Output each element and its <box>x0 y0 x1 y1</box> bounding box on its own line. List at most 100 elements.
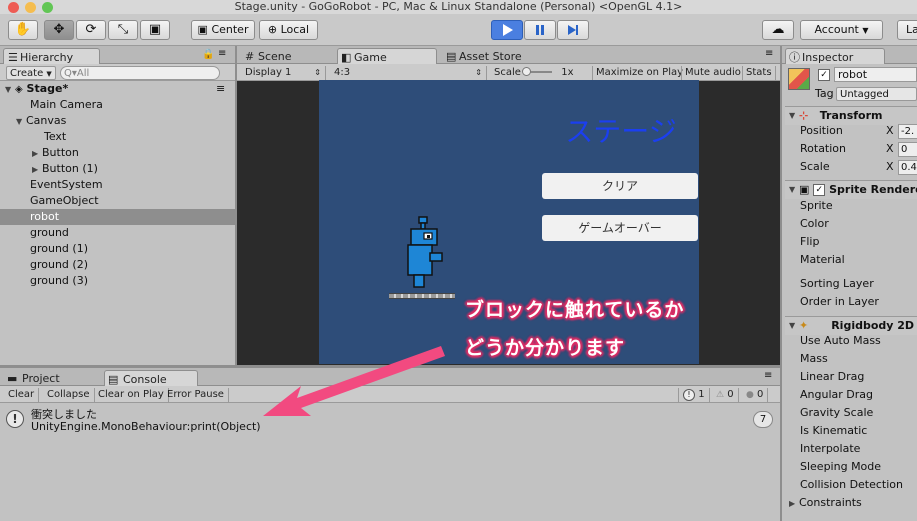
collision-detection-field[interactable]: Collision Detection <box>785 476 917 494</box>
hierarchy-item[interactable]: ground (2) <box>0 257 263 273</box>
hierarchy-item[interactable]: ground <box>0 225 263 241</box>
hierarchy-item[interactable]: ▶ Button (1) <box>0 161 265 177</box>
pivot-center-toggle[interactable]: ▣ Center <box>191 20 255 40</box>
cloud-button[interactable]: ☁ <box>762 20 794 40</box>
tab-project[interactable]: ▬ Project <box>4 370 104 387</box>
warning-filter-toggle[interactable]: ⚠ 0 <box>712 388 739 402</box>
object-name-field[interactable]: robot <box>834 67 917 82</box>
panel-menu-icon[interactable]: ≡ <box>764 370 772 381</box>
material-field[interactable]: Material <box>785 251 917 269</box>
tag-dropdown[interactable]: Untagged <box>836 87 917 101</box>
use-auto-mass-field[interactable]: Use Auto Mass <box>785 332 917 350</box>
mute-audio-toggle[interactable]: Mute audio <box>681 66 744 80</box>
scene-tab-label: Scene <box>258 50 292 63</box>
angular-drag-field[interactable]: Angular Drag <box>785 386 917 404</box>
scale-thumb[interactable] <box>522 67 532 76</box>
rotate-tool-button[interactable]: ⟳ <box>76 20 106 40</box>
stats-toggle[interactable]: Stats <box>742 66 775 80</box>
color-field[interactable]: Color <box>785 215 917 233</box>
step-button[interactable] <box>557 20 589 40</box>
zoom-window-button[interactable] <box>42 2 53 13</box>
hierarchy-item[interactable]: ground (1) <box>0 241 263 257</box>
panel-menu-icon[interactable]: ≡ <box>218 48 226 59</box>
active-checkbox[interactable]: ✓ <box>818 68 830 81</box>
panel-menu-icon[interactable]: ≡ <box>765 48 773 59</box>
hierarchy-item[interactable]: GameObject <box>0 193 263 209</box>
rect-tool-button[interactable]: ▣ <box>140 20 170 40</box>
mass-field[interactable]: Mass <box>785 350 917 368</box>
error-count: 0 <box>757 389 764 400</box>
is-kinematic-field[interactable]: Is Kinematic <box>785 422 917 440</box>
tab-asset-store[interactable]: ▤ Asset Store <box>443 48 553 65</box>
pivot-local-toggle[interactable]: ⊕ Local <box>259 20 318 40</box>
flip-field[interactable]: Flip <box>785 233 917 251</box>
gravity-scale-field[interactable]: Gravity Scale <box>785 404 917 422</box>
display-dropdown[interactable]: Display 1 ⇕ <box>242 66 326 80</box>
ground-sprite[interactable] <box>389 293 455 299</box>
lock-icon[interactable]: 🔒 <box>202 49 214 60</box>
tab-hierarchy[interactable]: ☰ Hierarchy <box>3 48 100 65</box>
scale-label: Scale <box>494 67 521 78</box>
sorting-layer-field[interactable]: Sorting Layer <box>785 275 917 293</box>
expand-triangle-icon[interactable]: ▼ <box>16 114 26 130</box>
maximize-on-play-toggle[interactable]: Maximize on Play <box>592 66 686 80</box>
hierarchy-item-label: Button (1) <box>42 162 98 175</box>
create-dropdown[interactable]: Create ▼ <box>6 66 56 80</box>
rotation-x-field[interactable]: 0 <box>898 142 917 157</box>
tab-inspector[interactable]: ⓘ Inspector <box>785 48 885 65</box>
hierarchy-item[interactable]: ground (3) <box>0 273 263 289</box>
interpolate-field[interactable]: Interpolate <box>785 440 917 458</box>
scene-root-row[interactable]: ▼ ◈ Stage* ≡ <box>0 81 233 97</box>
console-error-pause-button[interactable]: Error Pause <box>163 388 229 402</box>
tab-game[interactable]: ◧ Game <box>337 48 437 65</box>
position-x-field[interactable]: -2. <box>898 124 917 139</box>
hierarchy-list: ▼ ◈ Stage* ≡ Main Camera ▼ Canvas Text ▶ Bu… <box>0 81 263 365</box>
tab-scene[interactable]: # Scene <box>242 48 322 65</box>
linear-drag-field[interactable]: Linear Drag <box>785 368 917 386</box>
expand-triangle-icon[interactable]: ▼ <box>5 82 15 98</box>
layers-dropdown[interactable]: La <box>897 20 917 40</box>
constraints-foldout[interactable]: ▶ Constraints <box>785 494 917 512</box>
pause-button[interactable] <box>524 20 556 40</box>
hierarchy-item[interactable]: EventSystem <box>0 177 263 193</box>
console-clear-button[interactable]: Clear <box>4 388 40 402</box>
console-collapse-button[interactable]: Collapse <box>43 388 95 402</box>
order-in-layer-field[interactable]: Order in Layer <box>785 293 917 311</box>
error-filter-toggle[interactable]: ● 0 <box>742 388 769 402</box>
scale-track[interactable] <box>522 67 553 76</box>
hierarchy-search-input[interactable]: Q▾All <box>60 66 220 80</box>
aspect-dropdown[interactable]: 4:3 ⇕ <box>331 66 487 80</box>
clear-button[interactable]: クリア <box>542 173 698 199</box>
hierarchy-item[interactable]: ▶ Button <box>0 145 265 161</box>
robot-sprite[interactable] <box>404 215 444 295</box>
play-button[interactable] <box>491 20 523 40</box>
sleeping-mode-field[interactable]: Sleeping Mode <box>785 458 917 476</box>
minimize-window-button[interactable] <box>25 2 36 13</box>
hierarchy-item-selected[interactable]: robot <box>0 209 263 225</box>
log-filter-toggle[interactable]: ! 1 <box>678 388 710 402</box>
move-tool-button[interactable]: ✥ <box>44 20 74 40</box>
log-stacktrace: UnityEngine.MonoBehaviour:print(Object) <box>31 420 261 433</box>
gameover-button[interactable]: ゲームオーバー <box>542 215 698 241</box>
sprite-renderer-checkbox[interactable]: ✓ <box>813 184 826 196</box>
close-window-button[interactable] <box>8 2 19 13</box>
hand-icon: ✋ <box>14 22 32 37</box>
scale-tool-button[interactable]: ⤡ <box>108 20 138 40</box>
store-icon: ▤ <box>446 50 457 63</box>
collapse-triangle-icon[interactable]: ▶ <box>32 146 42 162</box>
collapse-triangle-icon[interactable]: ▶ <box>32 162 42 178</box>
hierarchy-item[interactable]: Main Camera <box>0 97 263 113</box>
gameobject-icon <box>788 68 810 90</box>
tab-console[interactable]: ▤ Console <box>104 370 198 387</box>
hand-tool-button[interactable]: ✋ <box>8 20 38 40</box>
account-dropdown[interactable]: Account ▼ <box>800 20 883 40</box>
hierarchy-item-label: Button <box>42 146 79 159</box>
warning-count: 0 <box>727 389 734 400</box>
hierarchy-item[interactable]: ▼ Canvas <box>0 113 249 129</box>
scale-x-field[interactable]: 0.4 <box>898 160 917 175</box>
sprite-field[interactable]: Sprite <box>785 197 917 215</box>
scale-slider[interactable]: Scale 1x <box>491 66 591 80</box>
scene-menu-icon[interactable]: ≡ <box>216 81 225 97</box>
console-clear-on-play-button[interactable]: Clear on Play <box>94 388 169 402</box>
collapse-triangle-icon[interactable]: ▶ <box>789 495 799 512</box>
